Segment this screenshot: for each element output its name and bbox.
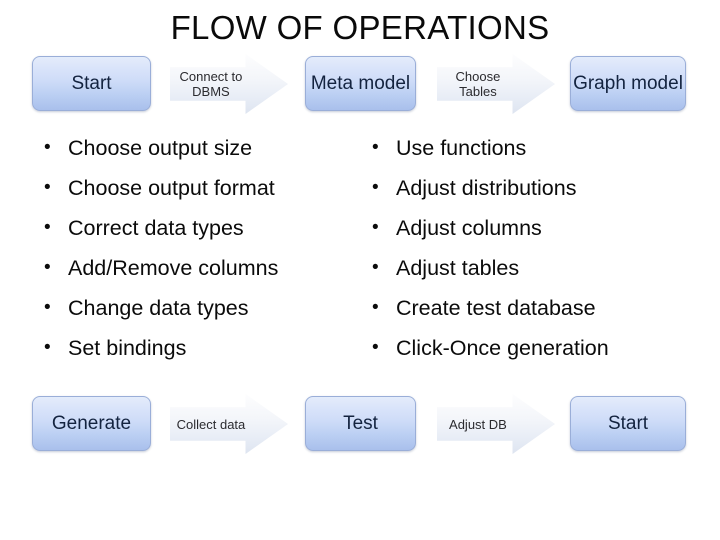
- bullet-icon: •: [44, 257, 51, 278]
- list-item-label: Choose output size: [68, 136, 253, 160]
- bullet-list-left: • Choose output size • Choose output for…: [44, 128, 364, 368]
- flow-box-start-bottom[interactable]: Start: [570, 396, 686, 451]
- bullet-icon: •: [372, 337, 379, 358]
- bullet-icon: •: [372, 137, 379, 158]
- bullet-icon: •: [372, 217, 379, 238]
- flow-box-label: Start: [71, 72, 112, 94]
- flow-box-label: Graph model: [573, 72, 683, 94]
- list-item-label: Set bindings: [68, 336, 187, 360]
- flow-box-label: Test: [343, 412, 378, 434]
- flow-box-label: Meta model: [310, 72, 411, 94]
- list-item: • Add/Remove columns: [44, 248, 364, 288]
- list-item: • Set bindings: [44, 328, 364, 368]
- list-item-label: Adjust columns: [396, 216, 542, 240]
- list-item: • Choose output format: [44, 168, 364, 208]
- list-item: • Adjust distributions: [372, 168, 702, 208]
- list-item: • Adjust columns: [372, 208, 702, 248]
- bullet-icon: •: [44, 177, 51, 198]
- bullet-icon: •: [372, 257, 379, 278]
- slide-canvas: FLOW OF OPERATIONS Start Connect to DBMS…: [0, 0, 720, 540]
- flow-box-graph-model[interactable]: Graph model: [570, 56, 686, 111]
- bullet-icon: •: [44, 217, 51, 238]
- flow-box-label: Start: [607, 412, 649, 434]
- list-item-label: Correct data types: [68, 216, 244, 240]
- flow-box-generate[interactable]: Generate: [32, 396, 151, 451]
- flow-arrow-label: Adjust DB: [449, 416, 507, 432]
- bullet-icon: •: [372, 297, 379, 318]
- list-item: • Create test database: [372, 288, 702, 328]
- list-item-label: Choose output format: [68, 176, 275, 200]
- list-item: • Change data types: [44, 288, 364, 328]
- flow-box-label: Generate: [51, 412, 132, 434]
- list-item: • Use functions: [372, 128, 702, 168]
- bullet-icon: •: [44, 137, 51, 158]
- flow-arrow-choose-tables[interactable]: Choose Tables: [437, 54, 555, 114]
- bullet-icon: •: [44, 297, 51, 318]
- flow-arrow-label: Choose Tables: [455, 69, 501, 99]
- flow-arrow-collect-data[interactable]: Collect data: [170, 394, 288, 454]
- list-item-label: Adjust tables: [396, 256, 520, 280]
- flow-arrow-adjust-db[interactable]: Adjust DB: [437, 394, 555, 454]
- list-item-label: Adjust distributions: [396, 176, 577, 200]
- flow-arrow-label: Collect data: [176, 416, 246, 432]
- flow-box-start-top[interactable]: Start: [32, 56, 151, 111]
- flow-box-meta-model[interactable]: Meta model: [305, 56, 416, 111]
- bullet-icon: •: [372, 177, 379, 198]
- flow-arrow-label: Connect to DBMS: [179, 69, 243, 99]
- page-title: FLOW OF OPERATIONS: [170, 9, 550, 46]
- list-item: • Adjust tables: [372, 248, 702, 288]
- list-item-label: Use functions: [396, 136, 527, 160]
- top-flow-row: Start Connect to DBMS Meta model Choose …: [0, 54, 720, 116]
- list-item: • Correct data types: [44, 208, 364, 248]
- list-item: • Choose output size: [44, 128, 364, 168]
- bottom-flow-row: Generate Collect data Test Adjust DB Sta…: [0, 394, 720, 456]
- flow-box-test[interactable]: Test: [305, 396, 416, 451]
- bullet-icon: •: [44, 337, 51, 358]
- list-item-label: Change data types: [68, 296, 249, 320]
- list-item-label: Create test database: [396, 296, 596, 320]
- list-item-label: Add/Remove columns: [68, 256, 279, 280]
- bullet-list-right: • Use functions • Adjust distributions •…: [372, 128, 702, 368]
- list-item-label: Click-Once generation: [396, 336, 609, 360]
- list-item: • Click-Once generation: [372, 328, 702, 368]
- flow-arrow-connect-to-dbms[interactable]: Connect to DBMS: [170, 54, 288, 114]
